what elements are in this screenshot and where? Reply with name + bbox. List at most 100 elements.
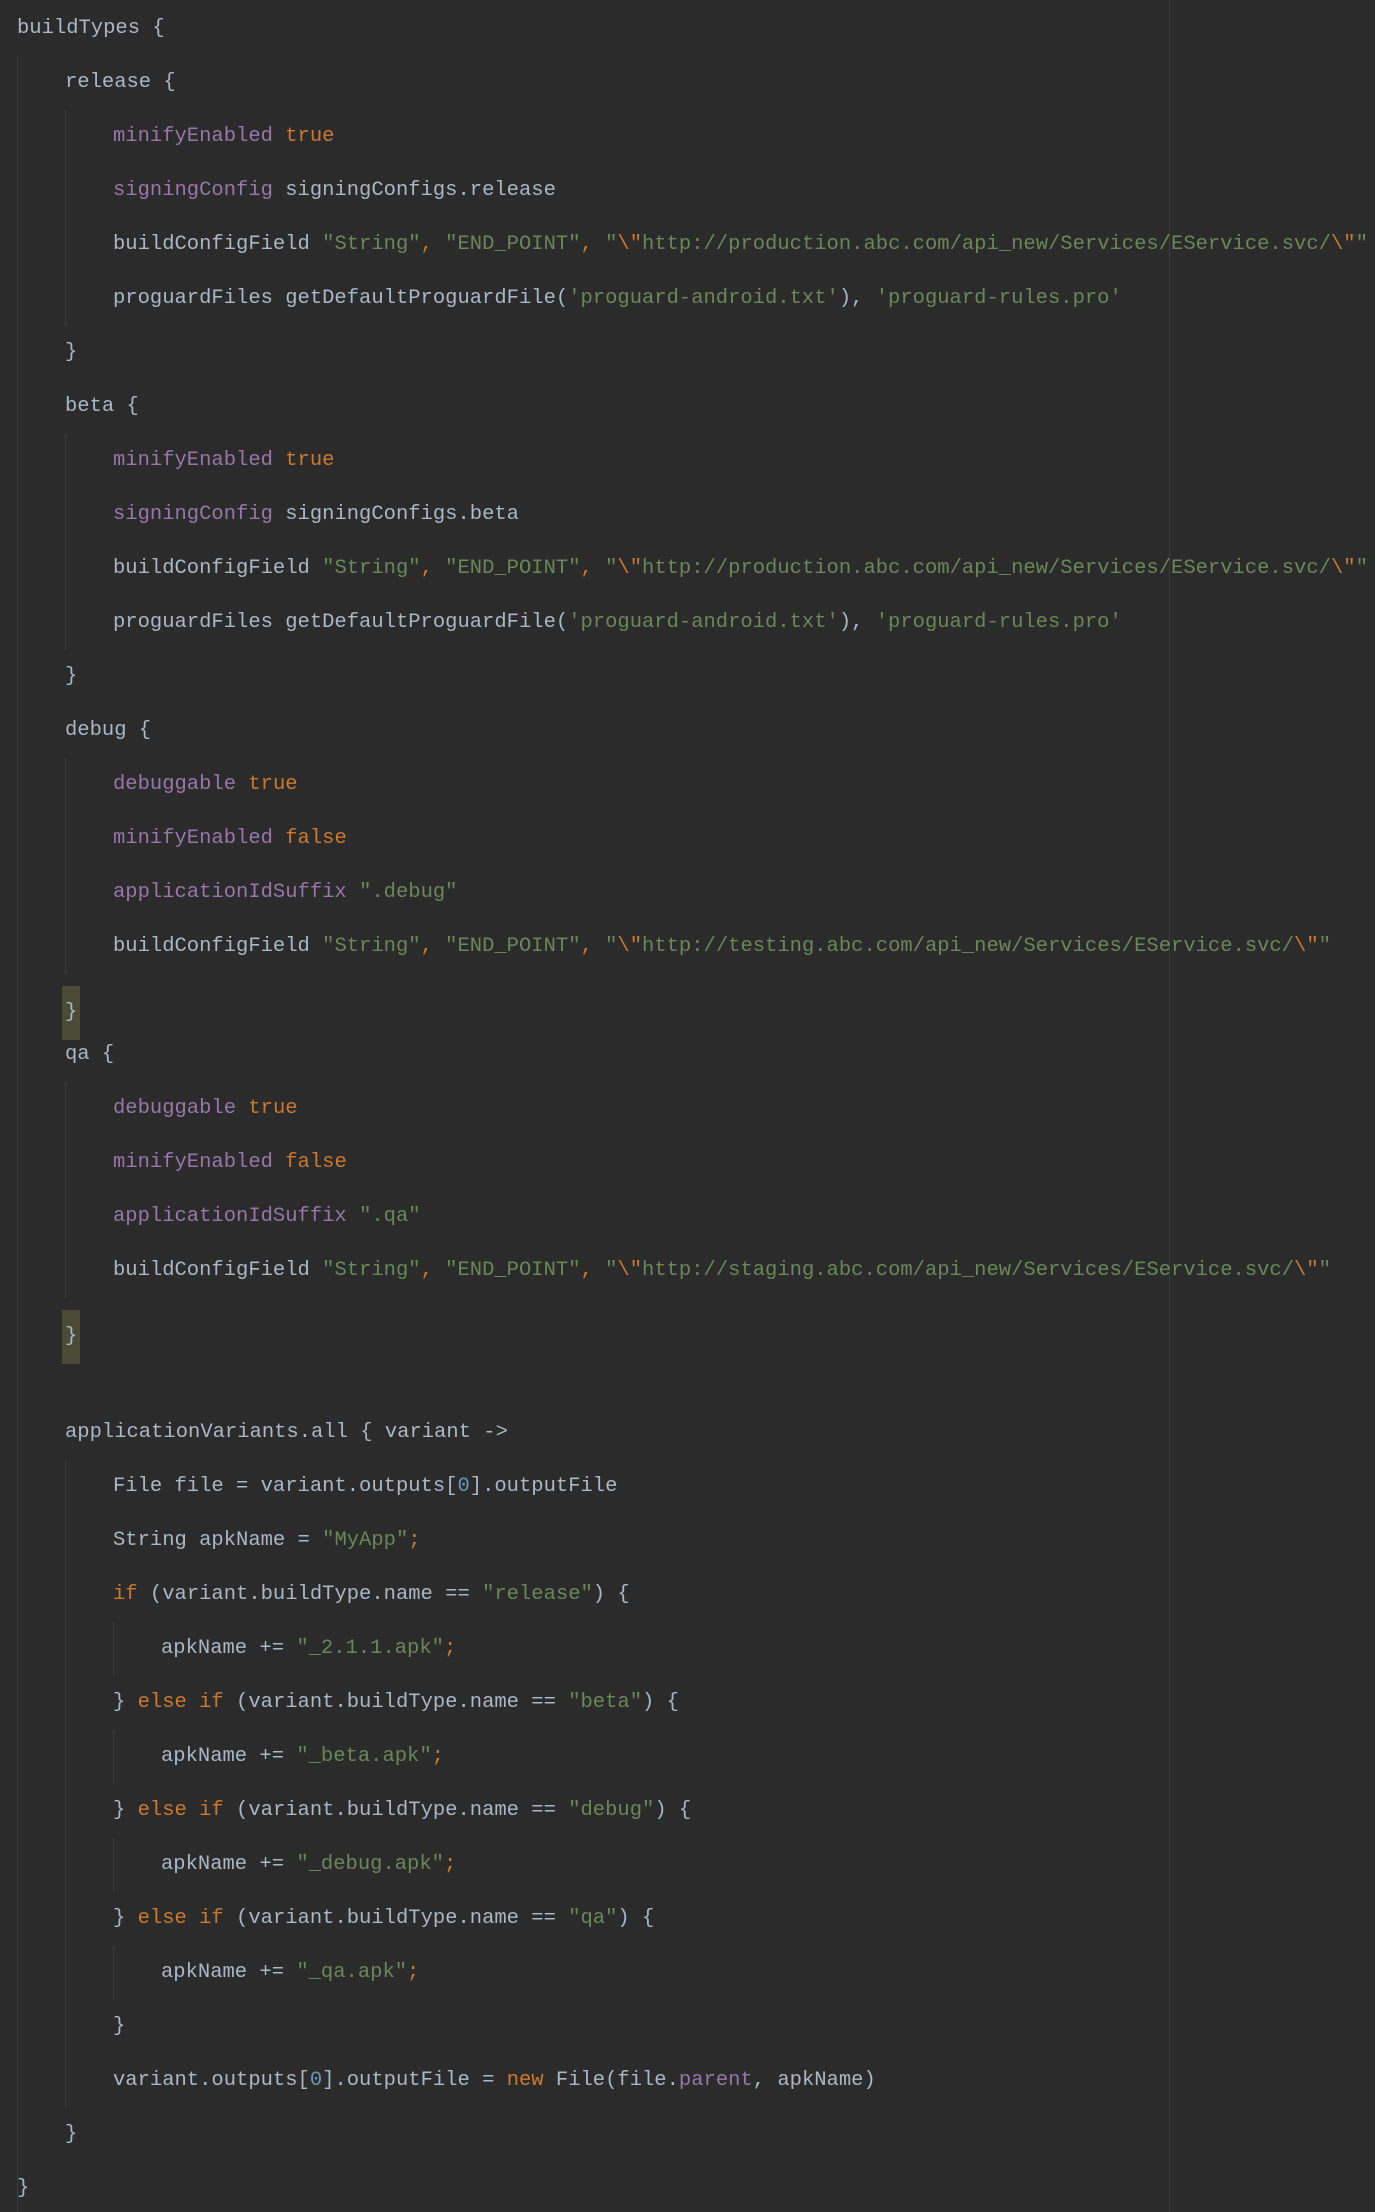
code-line[interactable]: buildConfigField "String", "END_POINT", … xyxy=(113,1256,1331,1286)
indent-guide-line xyxy=(113,1622,114,1676)
code-token: , xyxy=(580,233,606,256)
code-token: , xyxy=(580,935,606,958)
code-token: ), xyxy=(838,611,876,634)
code-token: " xyxy=(605,1259,618,1282)
code-token: buildConfigField xyxy=(113,557,323,580)
code-token: proguardFiles getDefaultProguardFile( xyxy=(113,287,569,310)
code-token: ) { xyxy=(654,1799,692,1822)
code-token: "END_POINT" xyxy=(445,557,581,580)
code-line[interactable]: proguardFiles getDefaultProguardFile('pr… xyxy=(113,284,1122,314)
code-token: else if xyxy=(137,1907,224,1930)
code-editor[interactable]: buildTypes { release { minifyEnabled true s… xyxy=(0,0,1375,2212)
code-token: false xyxy=(285,1151,347,1174)
code-token: ) { xyxy=(642,1691,679,1714)
code-line[interactable]: apkName += "_beta.apk"; xyxy=(161,1742,444,1772)
code-line[interactable]: signingConfig signingConfigs.release xyxy=(113,176,556,206)
code-token: false xyxy=(285,827,347,850)
code-line[interactable]: debuggable true xyxy=(113,770,298,800)
code-line[interactable]: minifyEnabled true xyxy=(113,122,334,152)
code-line[interactable]: applicationIdSuffix ".qa" xyxy=(113,1202,421,1232)
code-line[interactable]: applicationVariants.all { variant -> xyxy=(65,1418,508,1448)
code-token: " xyxy=(1318,1259,1331,1282)
code-line[interactable]: } else if (variant.buildType.name == "be… xyxy=(113,1688,679,1718)
code-line[interactable]: String apkName = "MyApp"; xyxy=(113,1526,421,1556)
code-token: applicationIdSuffix xyxy=(113,881,347,904)
code-token: variant.outputs[ xyxy=(113,2069,310,2092)
code-line[interactable]: buildConfigField "String", "END_POINT", … xyxy=(113,554,1368,584)
code-token: ".debug" xyxy=(359,881,458,904)
code-line[interactable]: } xyxy=(65,662,77,692)
code-line[interactable]: proguardFiles getDefaultProguardFile('pr… xyxy=(113,608,1122,638)
code-token: "END_POINT" xyxy=(445,1259,581,1282)
code-line[interactable]: buildConfigField "String", "END_POINT", … xyxy=(113,230,1368,260)
code-token: \" xyxy=(617,1259,643,1282)
code-token: debuggable xyxy=(113,773,237,796)
matched-brace-highlight: } xyxy=(62,986,81,1040)
code-line[interactable]: minifyEnabled false xyxy=(113,824,347,854)
code-token: File(file. xyxy=(543,2069,679,2092)
code-token: proguardFiles getDefaultProguardFile( xyxy=(113,611,569,634)
code-token: ; xyxy=(407,1961,420,1984)
code-line[interactable]: } xyxy=(62,986,81,1040)
code-line[interactable]: apkName += "_2.1.1.apk"; xyxy=(161,1634,456,1664)
code-line[interactable]: release { xyxy=(65,68,176,98)
code-token: ; xyxy=(443,1853,457,1876)
code-token: "qa" xyxy=(568,1907,618,1930)
indent-guide-line xyxy=(65,110,66,326)
code-line[interactable]: buildConfigField "String", "END_POINT", … xyxy=(113,932,1331,962)
code-line[interactable]: variant.outputs[0].outputFile = new File… xyxy=(113,2066,876,2096)
code-line[interactable]: } xyxy=(17,2174,29,2204)
code-token: http://production.abc.com/api_new/Servic… xyxy=(642,557,1331,580)
code-line[interactable]: qa { xyxy=(65,1040,114,1070)
code-token: else if xyxy=(137,1799,224,1822)
code-token: \" xyxy=(617,233,643,256)
code-line[interactable]: } xyxy=(62,1310,81,1364)
code-line[interactable]: } xyxy=(65,338,77,368)
code-line[interactable]: File file = variant.outputs[0].outputFil… xyxy=(113,1472,617,1502)
code-line[interactable]: apkName += "_debug.apk"; xyxy=(161,1850,456,1880)
code-token: , xyxy=(420,557,446,580)
code-token: , xyxy=(580,1259,606,1282)
code-line[interactable]: } xyxy=(113,2012,125,2042)
code-line[interactable]: signingConfig signingConfigs.beta xyxy=(113,500,519,530)
indent-guide-line xyxy=(65,758,66,974)
code-token: ].outputFile = xyxy=(322,2069,507,2092)
code-token: "_2.1.1.apk" xyxy=(296,1637,444,1660)
code-token: ) { xyxy=(617,1907,655,1930)
code-line[interactable]: minifyEnabled false xyxy=(113,1148,347,1178)
code-token: "String" xyxy=(322,233,421,256)
code-token: " xyxy=(1355,557,1368,580)
code-token: applicationIdSuffix xyxy=(113,1205,347,1228)
code-token: } xyxy=(113,2015,126,2038)
code-line[interactable]: if (variant.buildType.name == "release")… xyxy=(113,1580,630,1610)
code-token: "END_POINT" xyxy=(445,935,581,958)
code-line[interactable]: beta { xyxy=(65,392,139,422)
code-token: File file = variant.outputs[ xyxy=(113,1475,458,1498)
code-line[interactable]: } else if (variant.buildType.name == "qa… xyxy=(113,1904,654,1934)
code-token: \" xyxy=(1330,233,1356,256)
code-line[interactable]: applicationIdSuffix ".debug" xyxy=(113,878,457,908)
code-token: apkName += xyxy=(161,1745,297,1768)
code-token: (variant.buildType.name == xyxy=(223,1799,569,1822)
code-token: "release" xyxy=(482,1583,593,1606)
code-token: "_debug.apk" xyxy=(296,1853,444,1876)
code-token: true xyxy=(285,449,335,472)
code-line[interactable]: minifyEnabled true xyxy=(113,446,334,476)
code-token: if xyxy=(113,1583,138,1606)
code-line[interactable]: debuggable true xyxy=(113,1094,298,1124)
code-line[interactable]: } xyxy=(65,2120,77,2150)
indent-guide-line xyxy=(113,1946,114,2000)
code-line[interactable]: } else if (variant.buildType.name == "de… xyxy=(113,1796,691,1826)
code-token: 0 xyxy=(457,1475,470,1498)
code-token: minifyEnabled xyxy=(113,125,273,148)
code-line[interactable]: apkName += "_qa.apk"; xyxy=(161,1958,419,1988)
code-line[interactable]: buildTypes { xyxy=(17,14,165,44)
code-token: true xyxy=(285,125,335,148)
code-token: \" xyxy=(617,557,643,580)
code-token: } xyxy=(65,341,78,364)
code-line[interactable]: debug { xyxy=(65,716,151,746)
